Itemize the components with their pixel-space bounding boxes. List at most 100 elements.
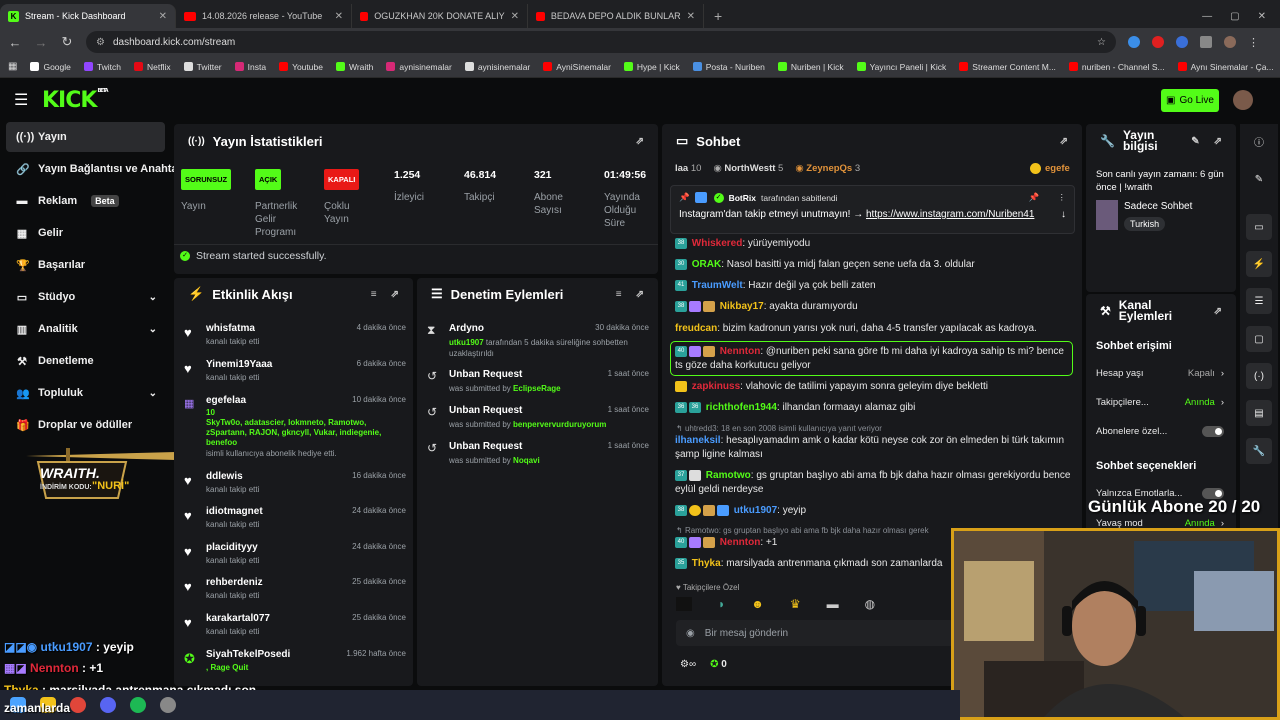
- emote-icon[interactable]: ☻: [751, 597, 764, 611]
- extensions-bar: ⋮: [1128, 36, 1259, 49]
- spotify-icon[interactable]: [130, 697, 146, 713]
- tab-youtube-2[interactable]: OGUZKHAN 20K DONATE ALIY ✕: [352, 4, 528, 28]
- profile-icon[interactable]: [1224, 36, 1236, 48]
- pinned-link[interactable]: https://www.instagram.com/Nuriben41: [866, 209, 1034, 220]
- sidebar-item-basarilar[interactable]: 🏆 Başarılar: [6, 250, 165, 280]
- close-icon[interactable]: ✕: [511, 11, 519, 22]
- sidebar-item-denetleme[interactable]: ⚒ Denetleme: [6, 346, 165, 376]
- bookmark-item[interactable]: Netflix: [133, 62, 171, 72]
- popout-icon[interactable]: ⇗: [1060, 136, 1068, 147]
- points-display[interactable]: ✪ 0: [710, 659, 727, 670]
- more-options-icon[interactable]: ⋮: [1058, 192, 1067, 203]
- site-info-icon[interactable]: ⚙: [96, 37, 105, 48]
- extension-icon[interactable]: [1152, 36, 1164, 48]
- chrome-icon[interactable]: [70, 697, 86, 713]
- bookmark-item[interactable]: Twitter: [183, 62, 222, 72]
- emote-icon[interactable]: ▬: [827, 597, 839, 611]
- new-tab-button[interactable]: +: [704, 4, 732, 28]
- edit-icon[interactable]: ✎: [1246, 166, 1272, 192]
- bookmark-item[interactable]: nuriben - Channel S...: [1068, 62, 1165, 72]
- filter-icon[interactable]: ≡: [371, 289, 377, 300]
- top-user[interactable]: laa 10: [675, 163, 701, 174]
- list-icon[interactable]: ☰: [1246, 288, 1272, 314]
- setting-row[interactable]: Takipçilere... Anında ›: [1096, 397, 1224, 408]
- filter-icon[interactable]: ≡: [616, 289, 622, 300]
- tab-kick-dashboard[interactable]: K Stream - Kick Dashboard ✕: [0, 4, 176, 28]
- close-window-icon[interactable]: ✕: [1258, 11, 1266, 22]
- popout-icon[interactable]: ⇗: [1214, 306, 1222, 317]
- bookmark-item[interactable]: Posta - Nuriben: [692, 62, 765, 72]
- emote-icon[interactable]: [676, 597, 692, 611]
- tab-youtube-3[interactable]: BEDAVA DEPO ALDIK BUNLAR ✕: [528, 4, 704, 28]
- kick-logo[interactable]: KICKBETA: [42, 88, 109, 113]
- minimize-icon[interactable]: —: [1202, 11, 1212, 22]
- sidebar-item-yayin[interactable]: ((·)) Yayın: [6, 122, 165, 152]
- discord-icon[interactable]: [100, 697, 116, 713]
- broadcast-icon[interactable]: (·): [1246, 363, 1272, 389]
- bookmark-star-icon[interactable]: ☆: [1097, 37, 1106, 48]
- bookmark-item[interactable]: Nuriben | Kick: [777, 62, 844, 72]
- popout-icon[interactable]: ⇗: [1214, 136, 1222, 147]
- media-icon[interactable]: ▭: [1246, 214, 1272, 240]
- bookmark-item[interactable]: aynisinemalar: [464, 62, 530, 72]
- close-icon[interactable]: ✕: [159, 11, 167, 22]
- sidebar-item-stream-key[interactable]: 🔗 Yayın Bağlantısı ve Anahtar: [6, 154, 182, 184]
- address-bar[interactable]: ⚙ dashboard.kick.com/stream ☆: [86, 31, 1116, 53]
- forward-icon[interactable]: →: [34, 35, 48, 50]
- top-user[interactable]: ◉ ZeynepQs 3: [795, 163, 860, 174]
- reload-icon[interactable]: ↻: [60, 34, 74, 50]
- user-avatar[interactable]: [1233, 90, 1253, 110]
- menu-dots-icon[interactable]: ⋮: [1248, 36, 1259, 49]
- emote-icon[interactable]: ♛: [790, 597, 801, 611]
- bookmark-item[interactable]: Aynı Sinemalar - Ça...: [1177, 62, 1274, 72]
- extension-icon[interactable]: [1176, 36, 1188, 48]
- tab-youtube-1[interactable]: 14.08.2026 release - YouTube ✕: [176, 4, 352, 28]
- apps-grid-icon[interactable]: ▦: [8, 61, 17, 72]
- top-user[interactable]: egefe: [1030, 163, 1070, 174]
- popout-icon[interactable]: ⇗: [636, 136, 644, 147]
- bookmark-item[interactable]: Twitch: [83, 62, 121, 72]
- edit-icon[interactable]: ✎: [1191, 136, 1199, 147]
- bookmark-item[interactable]: Wraith: [335, 62, 373, 72]
- bookmark-item[interactable]: aynisinemalar: [386, 62, 452, 72]
- popout-icon[interactable]: ⇗: [636, 289, 644, 300]
- wrench-icon[interactable]: 🔧: [1246, 438, 1272, 464]
- bookmark-item[interactable]: Insta: [234, 62, 266, 72]
- sidebar-item-gelir[interactable]: ▦ Gelir: [6, 218, 165, 248]
- collapse-icon[interactable]: ↓: [1061, 209, 1066, 220]
- popout-icon[interactable]: ⇗: [391, 289, 399, 300]
- maximize-icon[interactable]: ▢: [1230, 11, 1239, 22]
- obs-icon[interactable]: [160, 697, 176, 713]
- bolt-icon[interactable]: ⚡: [1246, 251, 1272, 277]
- close-icon[interactable]: ✕: [687, 11, 695, 22]
- chat-bubble-icon[interactable]: ▢: [1246, 326, 1272, 352]
- emote-icon[interactable]: ◗: [718, 597, 725, 611]
- go-live-button[interactable]: ▣ Go Live: [1161, 89, 1219, 112]
- bookmark-item[interactable]: Streamer Content M...: [959, 62, 1056, 72]
- og-badge-icon: [675, 380, 687, 392]
- top-user[interactable]: ◉ NorthWestt 5: [713, 163, 783, 174]
- unpin-icon[interactable]: 📌: [1029, 192, 1040, 203]
- setting-row[interactable]: Hesap yaşı Kapalı ›: [1096, 368, 1224, 379]
- bookmark-item[interactable]: Yayıncı Paneli | Kick: [856, 62, 946, 72]
- close-icon[interactable]: ✕: [335, 11, 343, 22]
- bookmark-item[interactable]: Google: [30, 62, 71, 72]
- bookmark-item[interactable]: Youtube: [279, 62, 323, 72]
- folder-icon[interactable]: ▤: [1246, 400, 1272, 426]
- sidebar-item-analitik[interactable]: ▥ Analitik ⌄: [6, 314, 165, 344]
- category-name[interactable]: Sadece Sohbet: [1124, 201, 1192, 212]
- back-icon[interactable]: ←: [8, 35, 22, 50]
- sidebar-item-studyo[interactable]: ▭ Stüdyo ⌄: [6, 282, 165, 312]
- settings-icon[interactable]: ⚙∞: [680, 659, 696, 670]
- sidebar-item-reklam[interactable]: ▬ Reklam Beta: [6, 186, 165, 216]
- info-icon[interactable]: ⓘ: [1246, 128, 1272, 154]
- puzzle-icon[interactable]: [1200, 36, 1212, 48]
- subscribers-only-toggle[interactable]: [1202, 426, 1224, 437]
- bookmark-item[interactable]: AyniSinemalar: [543, 62, 611, 72]
- bookmark-item[interactable]: Hype | Kick: [623, 62, 680, 72]
- sidebar-item-topluluk[interactable]: 👥 Topluluk ⌄: [6, 378, 165, 408]
- chat-input[interactable]: ◉ Bir mesaj gönderin: [676, 620, 954, 646]
- extension-icon[interactable]: [1128, 36, 1140, 48]
- hamburger-menu-icon[interactable]: ☰: [14, 90, 34, 110]
- emote-icon[interactable]: ◍: [865, 597, 875, 611]
